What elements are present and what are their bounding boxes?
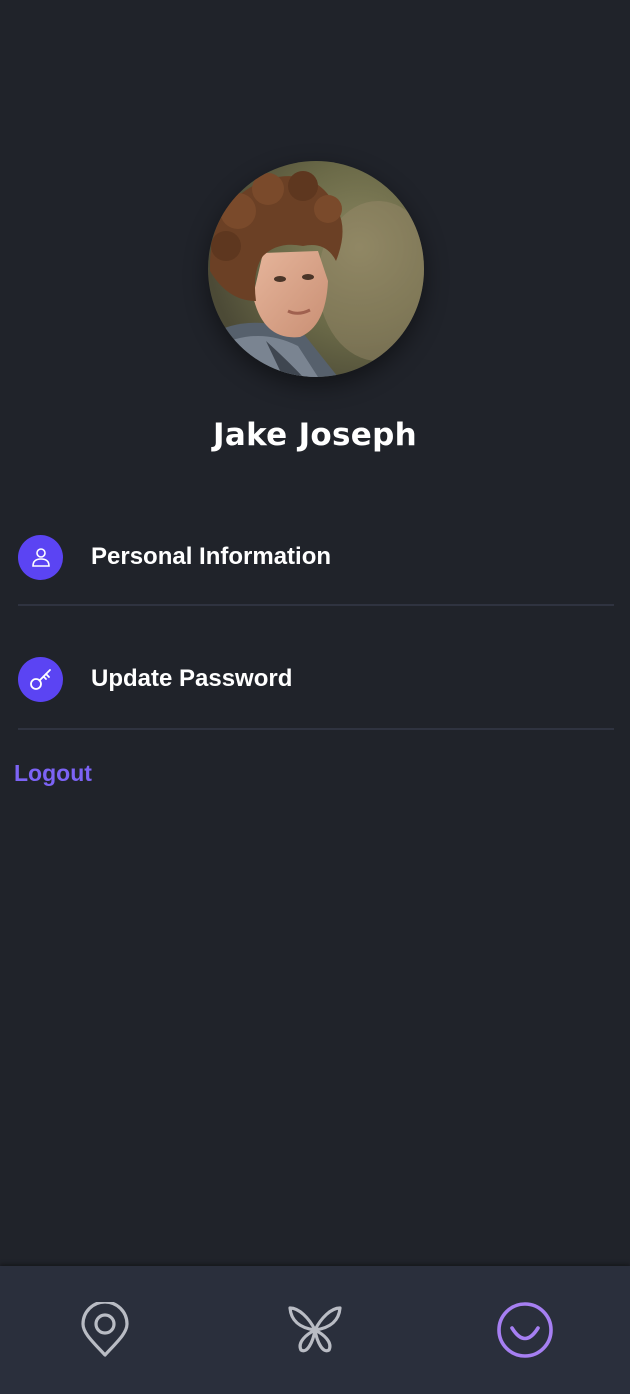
key-icon: [18, 656, 63, 702]
location-pin-icon: [81, 1302, 129, 1357]
profile-name: Jake Joseph: [213, 417, 417, 453]
nav-tab-location[interactable]: [0, 1266, 210, 1394]
nav-tab-butterfly[interactable]: [210, 1266, 420, 1394]
divider: [18, 604, 614, 606]
bottom-nav: [0, 1266, 630, 1394]
person-icon: [18, 534, 63, 580]
logout-link[interactable]: Logout: [14, 760, 92, 787]
avatar-photo: [208, 161, 424, 377]
smile-icon: [497, 1302, 553, 1358]
nav-tab-profile[interactable]: [420, 1266, 630, 1394]
divider: [18, 728, 614, 730]
menu-item-label: Personal Information: [91, 543, 332, 570]
butterfly-icon: [288, 1306, 342, 1353]
menu-item-personal-information[interactable]: Personal Information: [18, 525, 614, 589]
avatar[interactable]: [208, 161, 424, 377]
menu-item-update-password[interactable]: Update Password: [18, 647, 614, 711]
menu-item-label: Update Password: [91, 665, 293, 692]
